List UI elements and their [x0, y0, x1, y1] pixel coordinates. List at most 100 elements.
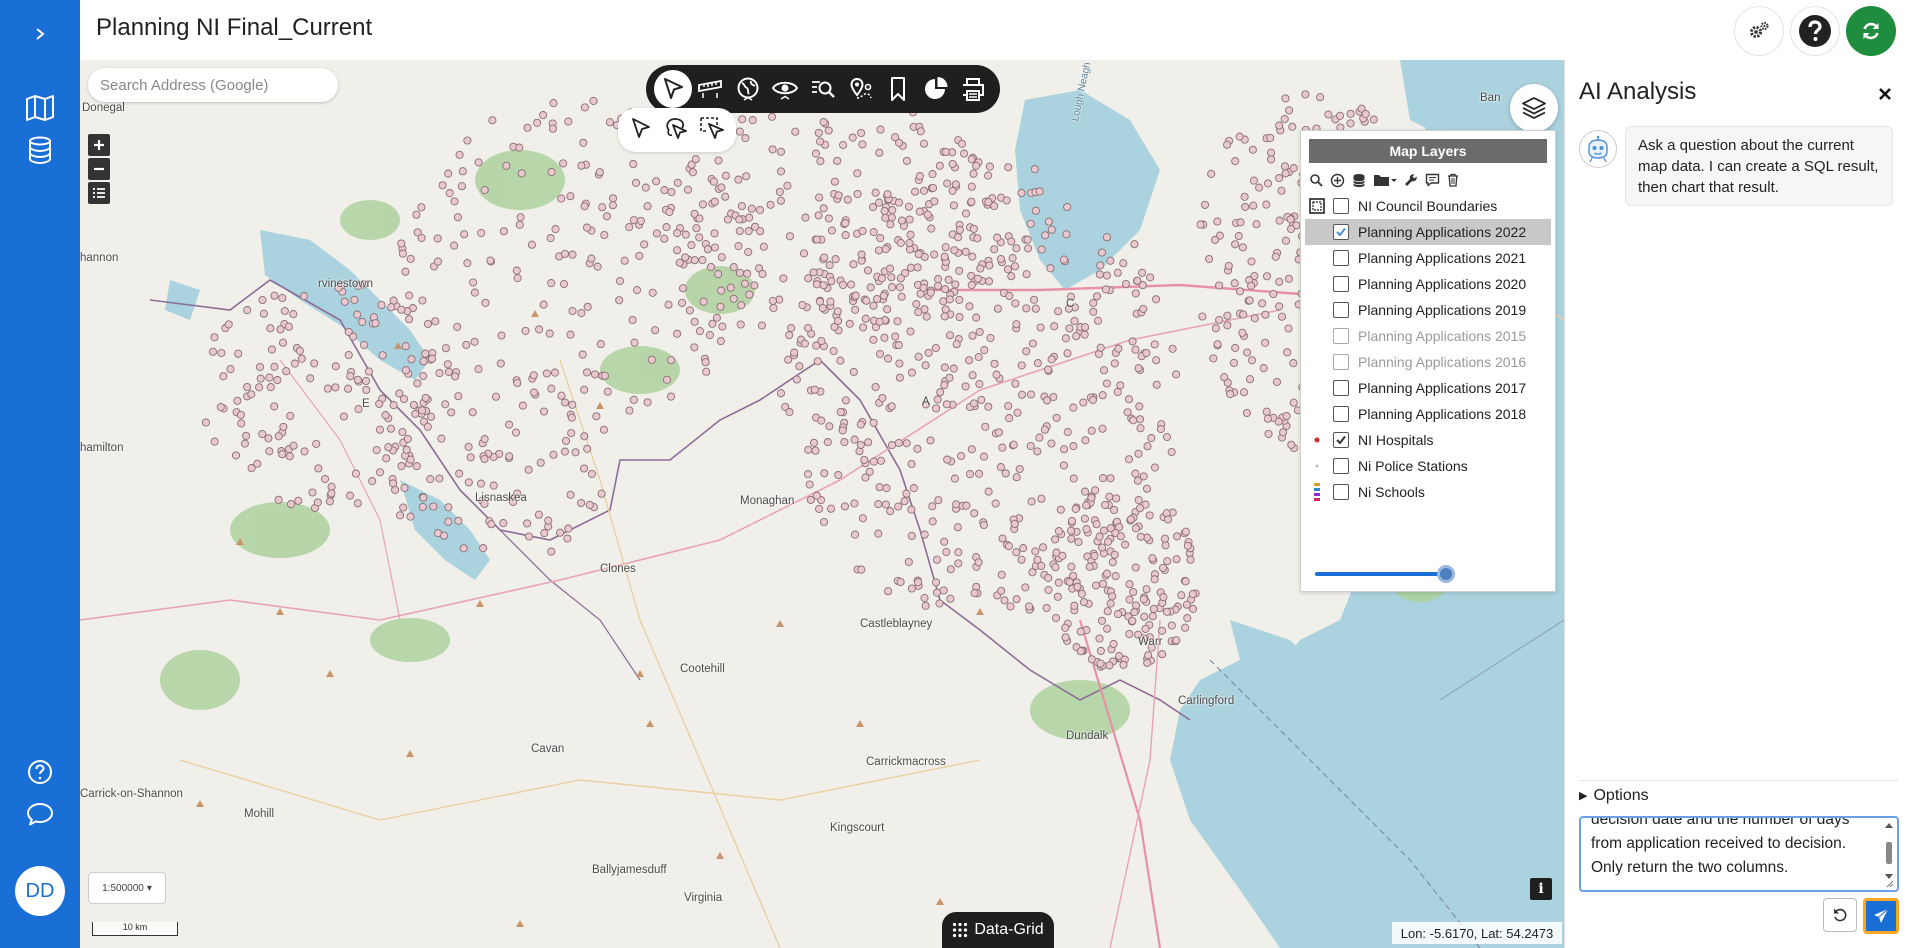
data-grid-button[interactable]: Data-Grid: [942, 912, 1054, 948]
coordinate-readout: Lon: -5.6170, Lat: 54.2473: [1392, 922, 1562, 944]
basemap-tool-button[interactable]: [729, 70, 767, 108]
maps-button[interactable]: [0, 88, 80, 128]
place-label: Monaghan: [740, 495, 795, 507]
reset-button[interactable]: [1823, 898, 1857, 932]
database-icon[interactable]: [1352, 173, 1366, 188]
map-canvas[interactable]: Donegal hannon rvinestown hamilton Lisna…: [80, 60, 1564, 948]
layer-checkbox[interactable]: [1333, 276, 1349, 292]
layer-list: NI Council Boundaries Planning Applicatio…: [1301, 193, 1555, 505]
layer-checkbox[interactable]: [1333, 354, 1349, 370]
layer-row[interactable]: Planning Applications 2022: [1305, 219, 1551, 245]
checkmark-icon: [1336, 435, 1346, 445]
opacity-slider-handle[interactable]: [1437, 565, 1455, 583]
layer-row[interactable]: NI Hospitals: [1305, 427, 1551, 453]
layer-label: Planning Applications 2018: [1358, 406, 1527, 422]
opacity-slider-track[interactable]: [1315, 572, 1443, 576]
send-button[interactable]: [1863, 898, 1899, 934]
print-tool-button[interactable]: [955, 70, 993, 108]
options-toggle[interactable]: ▶ Options: [1579, 780, 1899, 804]
layers-toggle-button[interactable]: [1510, 84, 1558, 132]
visibility-tool-button[interactable]: [767, 70, 805, 108]
legend-toggle-button[interactable]: [88, 182, 110, 204]
analysis-tool-button[interactable]: [917, 70, 955, 108]
add-layer-icon[interactable]: [1330, 173, 1345, 188]
close-panel-button[interactable]: [1873, 82, 1897, 106]
layer-row[interactable]: Planning Applications 2019: [1305, 297, 1551, 323]
options-label: Options: [1593, 786, 1649, 804]
planning-application-markers: [201, 90, 1429, 671]
layer-tools: [1309, 171, 1547, 189]
select-lasso-button[interactable]: [663, 116, 689, 145]
layer-checkbox[interactable]: [1333, 484, 1349, 500]
layer-row[interactable]: Ni Schools: [1305, 479, 1551, 505]
place-label: Carrick-on-Shannon: [80, 788, 183, 800]
zoom-in-button[interactable]: [88, 134, 110, 156]
zoom-out-button[interactable]: [88, 158, 110, 180]
layer-checkbox[interactable]: [1333, 198, 1349, 214]
bookmark-tool-button[interactable]: [879, 70, 917, 108]
ai-panel-title: AI Analysis: [1579, 78, 1697, 105]
scale-bar-label: 10 km: [122, 922, 148, 932]
prompt-textarea[interactable]: decision date and the number of days fro…: [1579, 816, 1899, 892]
chevron-right-icon: [36, 28, 45, 40]
place-label: Carlingford: [1178, 695, 1235, 707]
help-button[interactable]: [0, 752, 80, 792]
layer-checkbox[interactable]: [1333, 328, 1349, 344]
comment-icon[interactable]: [1425, 173, 1440, 187]
layer-label: Ni Schools: [1358, 484, 1425, 500]
layer-row[interactable]: Planning Applications 2015: [1305, 323, 1551, 349]
select-pointer-button[interactable]: [629, 116, 653, 145]
bookmark-icon: [891, 77, 906, 101]
layer-row[interactable]: Planning Applications 2021: [1305, 245, 1551, 271]
folder-dropdown-icon[interactable]: [1373, 173, 1397, 187]
user-avatar[interactable]: DD: [15, 866, 65, 916]
query-tool-button[interactable]: [804, 70, 842, 108]
trash-icon[interactable]: [1447, 173, 1459, 187]
app-header: Planning NI Final_Current: [80, 0, 1912, 60]
layer-row[interactable]: Planning Applications 2017: [1305, 375, 1551, 401]
layer-checkbox[interactable]: [1333, 224, 1349, 240]
page-title: Planning NI Final_Current: [96, 14, 373, 41]
empty-symbol: [1307, 222, 1327, 242]
locate-tool-button[interactable]: [842, 70, 880, 108]
layer-checkbox[interactable]: [1333, 380, 1349, 396]
help-header-button[interactable]: [1790, 6, 1840, 56]
layer-label: Planning Applications 2016: [1358, 354, 1527, 370]
data-button[interactable]: [0, 130, 80, 170]
scale-select[interactable]: 1:500000 ▾: [88, 872, 166, 904]
question-icon: [1799, 15, 1831, 47]
county-line: [499, 529, 641, 681]
refresh-button[interactable]: [1846, 6, 1896, 56]
empty-symbol: [1307, 248, 1327, 268]
boundary-symbol-icon: [1307, 196, 1327, 216]
layer-checkbox[interactable]: [1333, 302, 1349, 318]
address-search-input[interactable]: [88, 68, 338, 102]
scale-value: 1:500000: [102, 882, 144, 894]
place-label: Virginia: [684, 892, 723, 904]
layer-row[interactable]: Planning Applications 2016: [1305, 349, 1551, 375]
info-icon: i: [1538, 881, 1544, 897]
layer-checkbox[interactable]: [1333, 406, 1349, 422]
expand-sidebar-button[interactable]: [0, 14, 80, 54]
layer-row[interactable]: Ni Police Stations: [1305, 453, 1551, 479]
wrench-icon[interactable]: [1404, 173, 1418, 187]
layer-row[interactable]: NI Council Boundaries: [1305, 193, 1551, 219]
layer-row[interactable]: Planning Applications 2020: [1305, 271, 1551, 297]
place-label: Cavan: [531, 743, 565, 755]
place-label: hamilton: [80, 442, 124, 454]
send-icon: [1874, 908, 1889, 923]
layer-checkbox[interactable]: [1333, 458, 1349, 474]
chat-button[interactable]: [0, 794, 80, 834]
settings-button[interactable]: [1734, 6, 1784, 56]
search-icon[interactable]: [1309, 173, 1323, 187]
measure-tool-button[interactable]: [692, 70, 730, 108]
layer-row[interactable]: Planning Applications 2018: [1305, 401, 1551, 427]
prompt-scrollbar[interactable]: [1884, 822, 1894, 888]
select-tool-button[interactable]: [654, 70, 692, 108]
layer-checkbox[interactable]: [1333, 432, 1349, 448]
select-rectangle-button[interactable]: [699, 116, 725, 145]
info-button[interactable]: i: [1530, 878, 1552, 900]
place-label: E: [362, 398, 370, 410]
layer-checkbox[interactable]: [1333, 250, 1349, 266]
place-label: hannon: [80, 252, 119, 264]
